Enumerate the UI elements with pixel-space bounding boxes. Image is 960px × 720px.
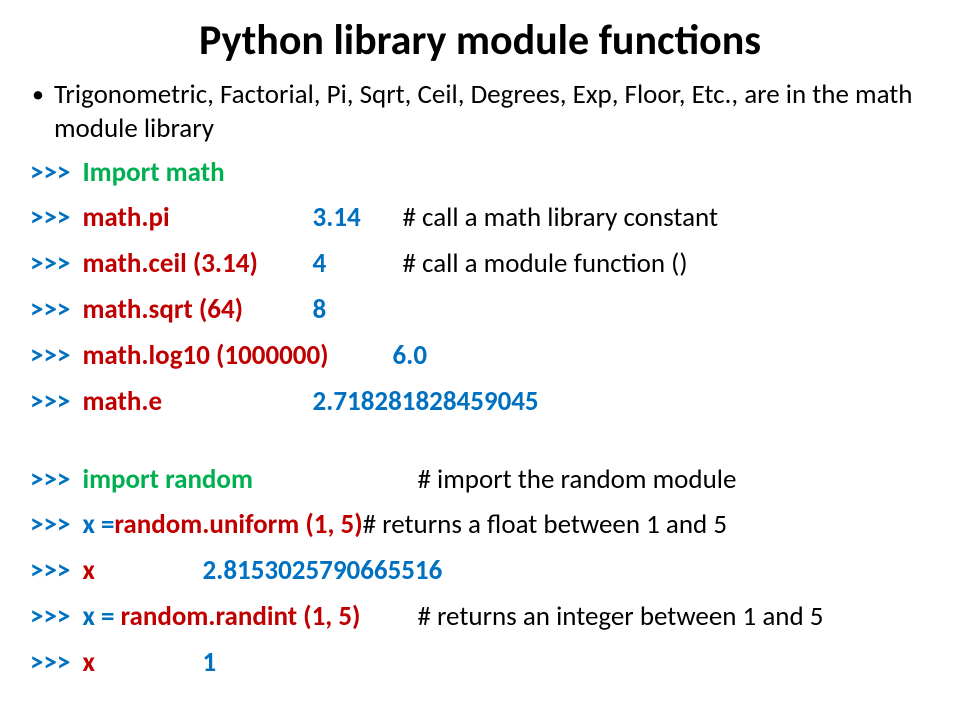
prompt: >>> <box>30 289 76 331</box>
spacer <box>30 427 930 455</box>
line-math-log10: >>> math.log10 (1000000) 6.0 <box>30 335 930 377</box>
prompt: >>> <box>30 550 76 592</box>
cmd-math-log10: math.log10 (1000000) <box>82 339 328 372</box>
comment-math-ceil: # call a module function () <box>402 243 687 285</box>
val-math-e: 2.718281828459045 <box>312 381 538 423</box>
val-math-ceil: 4 <box>312 247 326 280</box>
cmd-randint: random.randint (1, 5) <box>121 600 361 633</box>
prompt: >>> <box>30 243 76 285</box>
val-x2: 1 <box>202 642 216 684</box>
slide: Python library module functions • Trigon… <box>0 0 960 708</box>
var-x-randint: x = <box>82 600 120 633</box>
cmd-math-pi: math.pi <box>82 201 169 234</box>
prompt: >>> <box>30 381 76 423</box>
prompt: >>> <box>30 642 76 684</box>
val-math-sqrt: 8 <box>312 289 326 331</box>
line-math-sqrt: >>> math.sqrt (64) 8 <box>30 289 930 331</box>
line-math-ceil: >>> math.ceil (3.14) 4 # call a module f… <box>30 243 930 285</box>
val-x1: 2.8153025790665516 <box>202 550 442 592</box>
bullet-text: Trigonometric, Factorial, Pi, Sqrt, Ceil… <box>54 78 930 146</box>
line-x2: >>> x 1 <box>30 642 930 684</box>
cmd-math-sqrt: math.sqrt (64) <box>82 293 243 326</box>
bullet-intro: • Trigonometric, Factorial, Pi, Sqrt, Ce… <box>30 78 930 146</box>
line-import-math: >>> Import math <box>30 152 930 194</box>
cmd-import-math: Import math <box>82 152 224 194</box>
prompt: >>> <box>30 459 76 501</box>
bullet-icon: • <box>32 78 44 112</box>
line-import-random: >>> import random # import the random mo… <box>30 459 930 501</box>
var-x-uniform: x = <box>82 504 114 546</box>
cmd-import-random: import random <box>82 463 252 496</box>
comment-uniform: # returns a float between 1 and 5 <box>363 504 727 546</box>
slide-title: Python library module functions <box>30 15 930 66</box>
line-uniform: >>> x = random.uniform (1, 5) # returns … <box>30 504 930 546</box>
prompt: >>> <box>30 596 76 638</box>
line-randint: >>> x = random.randint (1, 5) # returns … <box>30 596 930 638</box>
prompt: >>> <box>30 504 76 546</box>
val-math-log10: 6.0 <box>392 335 427 377</box>
cmd-math-e: math.e <box>82 385 162 418</box>
prompt: >>> <box>30 335 76 377</box>
prompt: >>> <box>30 197 76 239</box>
cmd-uniform: random.uniform (1, 5) <box>114 504 362 546</box>
comment-import-random: # import the random module <box>417 459 736 501</box>
prompt: >>> <box>30 152 76 194</box>
val-math-pi: 3.14 <box>312 201 360 234</box>
line-math-e: >>> math.e 2.718281828459045 <box>30 381 930 423</box>
line-math-pi: >>> math.pi 3.14 # call a math library c… <box>30 197 930 239</box>
cmd-math-ceil: math.ceil (3.14) <box>82 247 257 280</box>
cmd-x1: x <box>82 554 94 587</box>
cmd-x2: x <box>82 646 94 679</box>
comment-math-pi: # call a math library constant <box>402 197 718 239</box>
line-x1: >>> x 2.8153025790665516 <box>30 550 930 592</box>
comment-randint: # returns an integer between 1 and 5 <box>417 596 823 638</box>
